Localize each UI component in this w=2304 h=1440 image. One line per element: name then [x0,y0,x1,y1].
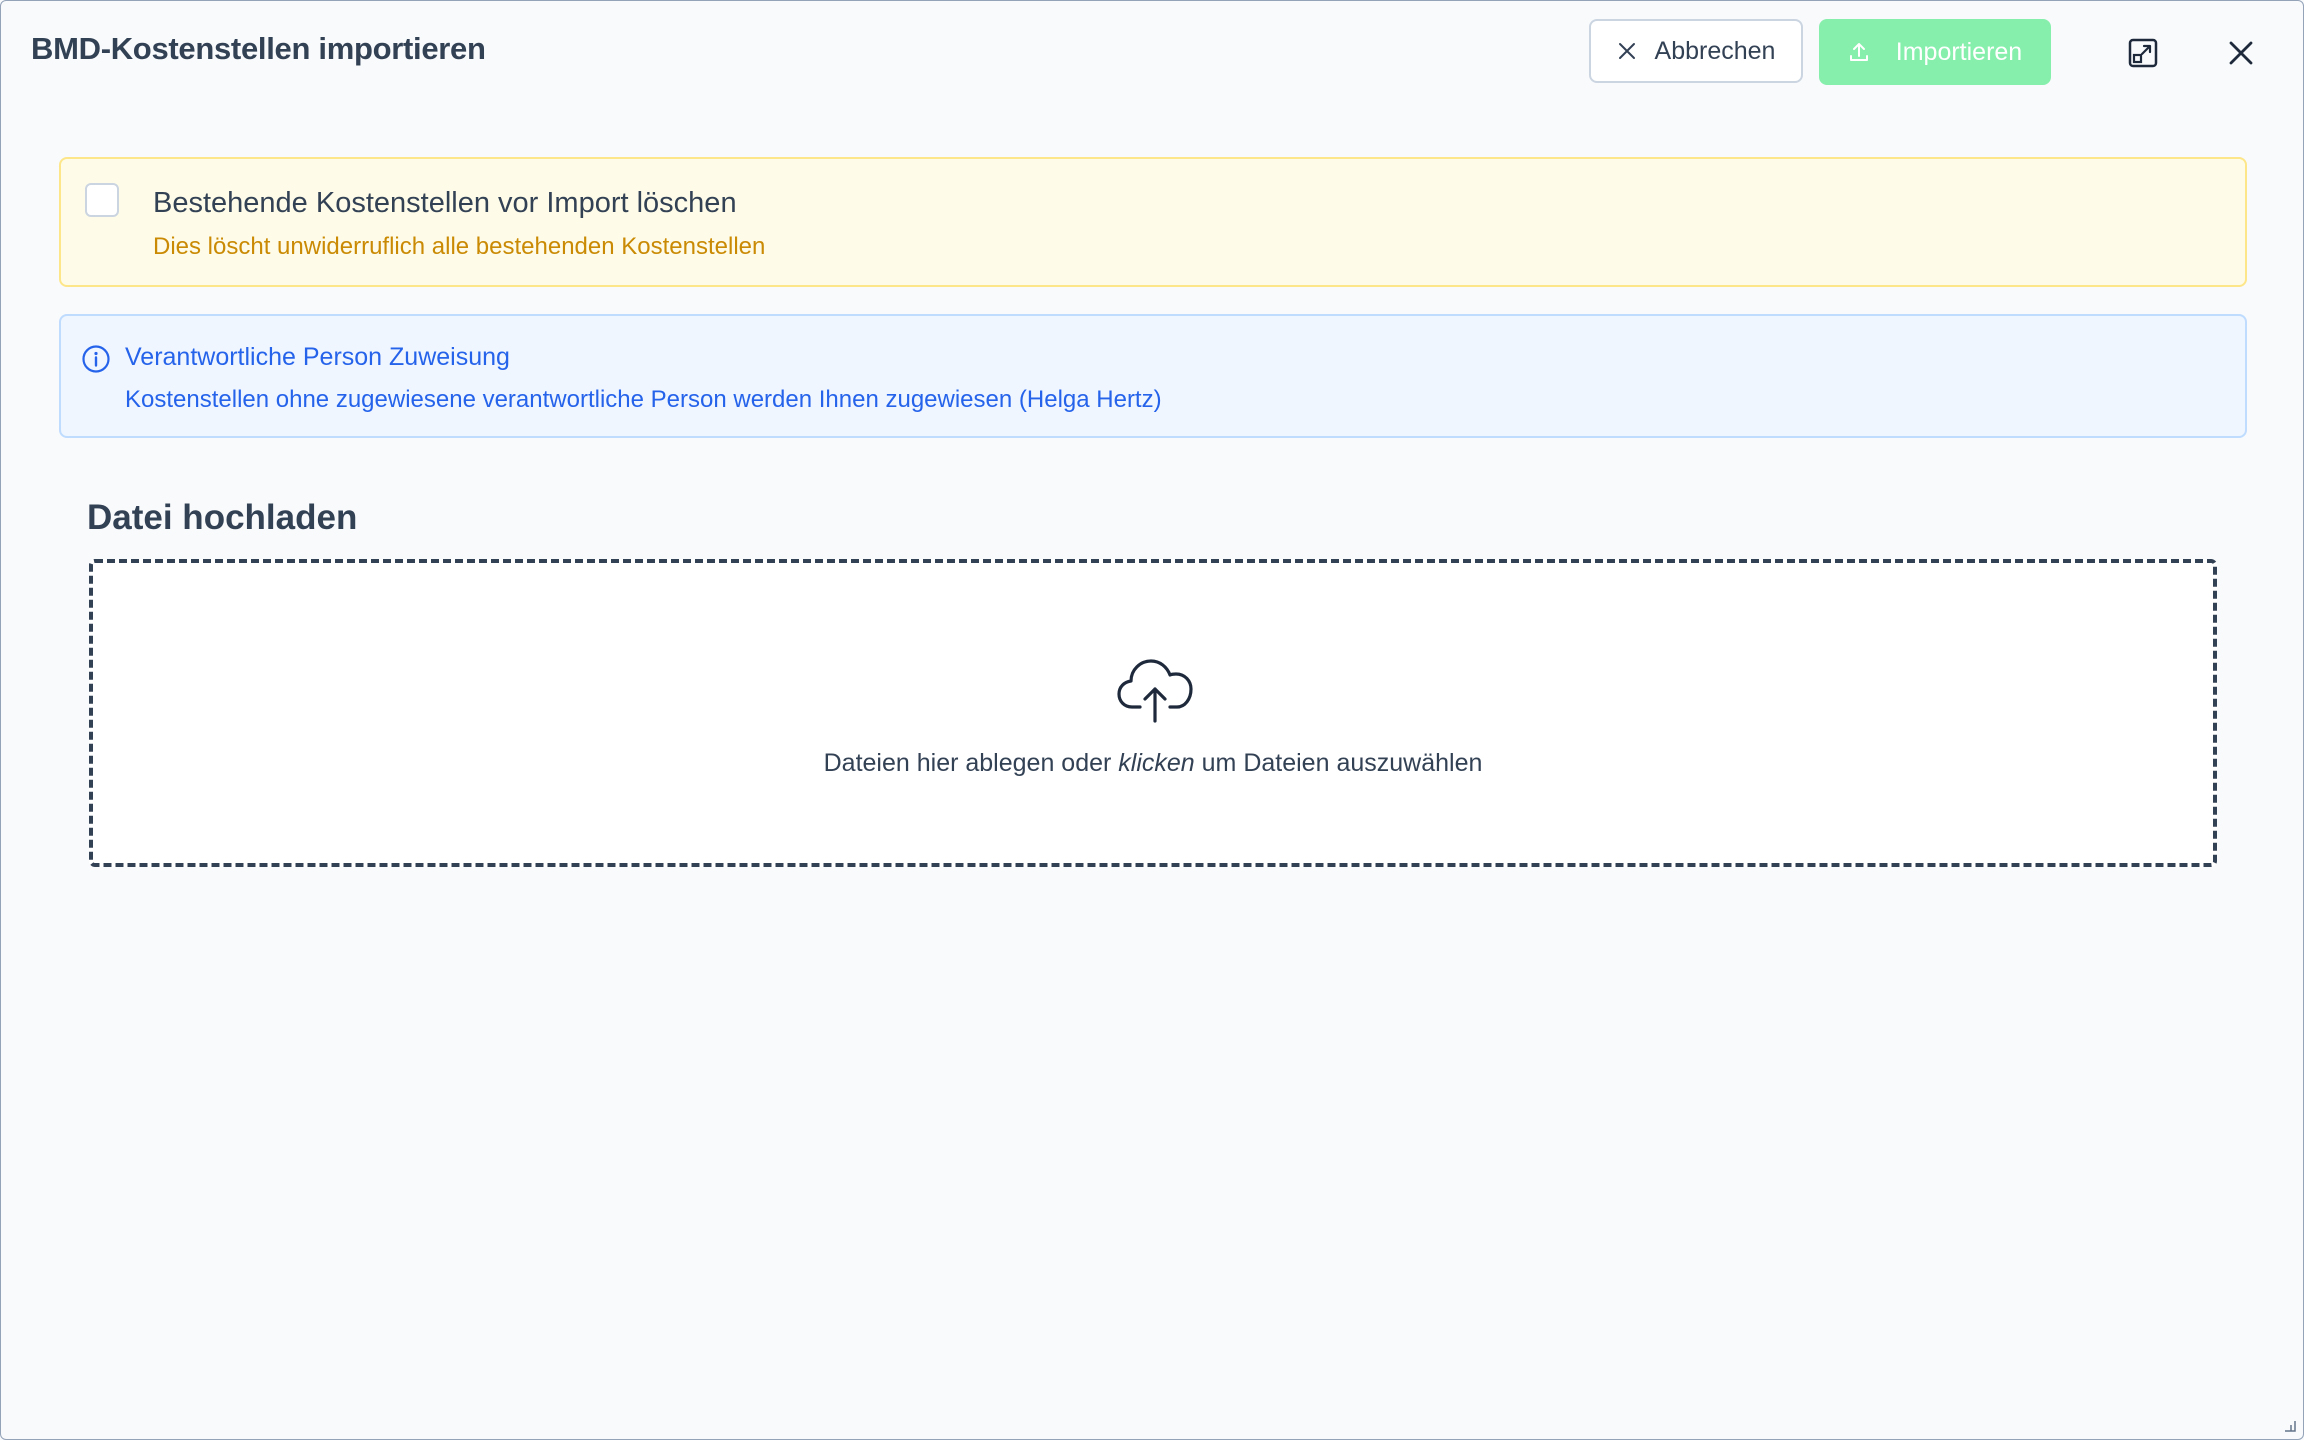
upload-section-title: Datei hochladen [87,498,358,537]
dialog-title: BMD-Kostenstellen importieren [31,31,486,66]
resize-handle-icon[interactable] [2281,1417,2297,1433]
close-icon [2229,41,2253,65]
close-icon [1618,43,1635,59]
info-icon [82,345,110,373]
close-dialog-button[interactable] [2221,33,2261,73]
info-title: Verantwortliche Person Zuweisung [125,343,510,371]
cloud-upload-icon [1117,659,1193,723]
expand-window-icon [2128,38,2158,68]
import-dialog: BMD-Kostenstellen importieren Abbrechen … [0,0,2304,1440]
cancel-button[interactable]: Abbrechen [1589,19,1803,83]
responsible-person-info: Verantwortliche Person Zuweisung Kostens… [59,314,2247,438]
dropzone-text-before: Dateien hier ablegen oder [823,749,1119,777]
cancel-button-label: Abbrechen [1654,36,1776,65]
dialog-header: BMD-Kostenstellen importieren Abbrechen … [1,1,2303,101]
delete-existing-label: Bestehende Kostenstellen vor Import lösc… [153,187,737,219]
upload-icon [1849,43,1868,61]
delete-existing-description: Dies löscht unwiderruflich alle bestehen… [153,233,766,260]
dropzone-text-after: um Dateien auszuwählen [1194,749,1483,777]
import-button[interactable]: Importieren [1819,19,2051,85]
delete-existing-warning: Bestehende Kostenstellen vor Import lösc… [59,157,2247,287]
info-text: Kostenstellen ohne zugewiesene verantwor… [125,386,1162,413]
delete-existing-checkbox[interactable] [85,183,119,217]
import-button-label: Importieren [1895,37,2023,66]
expand-window-button[interactable] [2123,33,2163,73]
dropzone-text-emphasis: klicken [1118,749,1195,777]
dropzone-instruction: Dateien hier ablegen oder klicken um Dat… [93,749,2213,778]
file-dropzone[interactable]: Dateien hier ablegen oder klicken um Dat… [89,559,2217,867]
